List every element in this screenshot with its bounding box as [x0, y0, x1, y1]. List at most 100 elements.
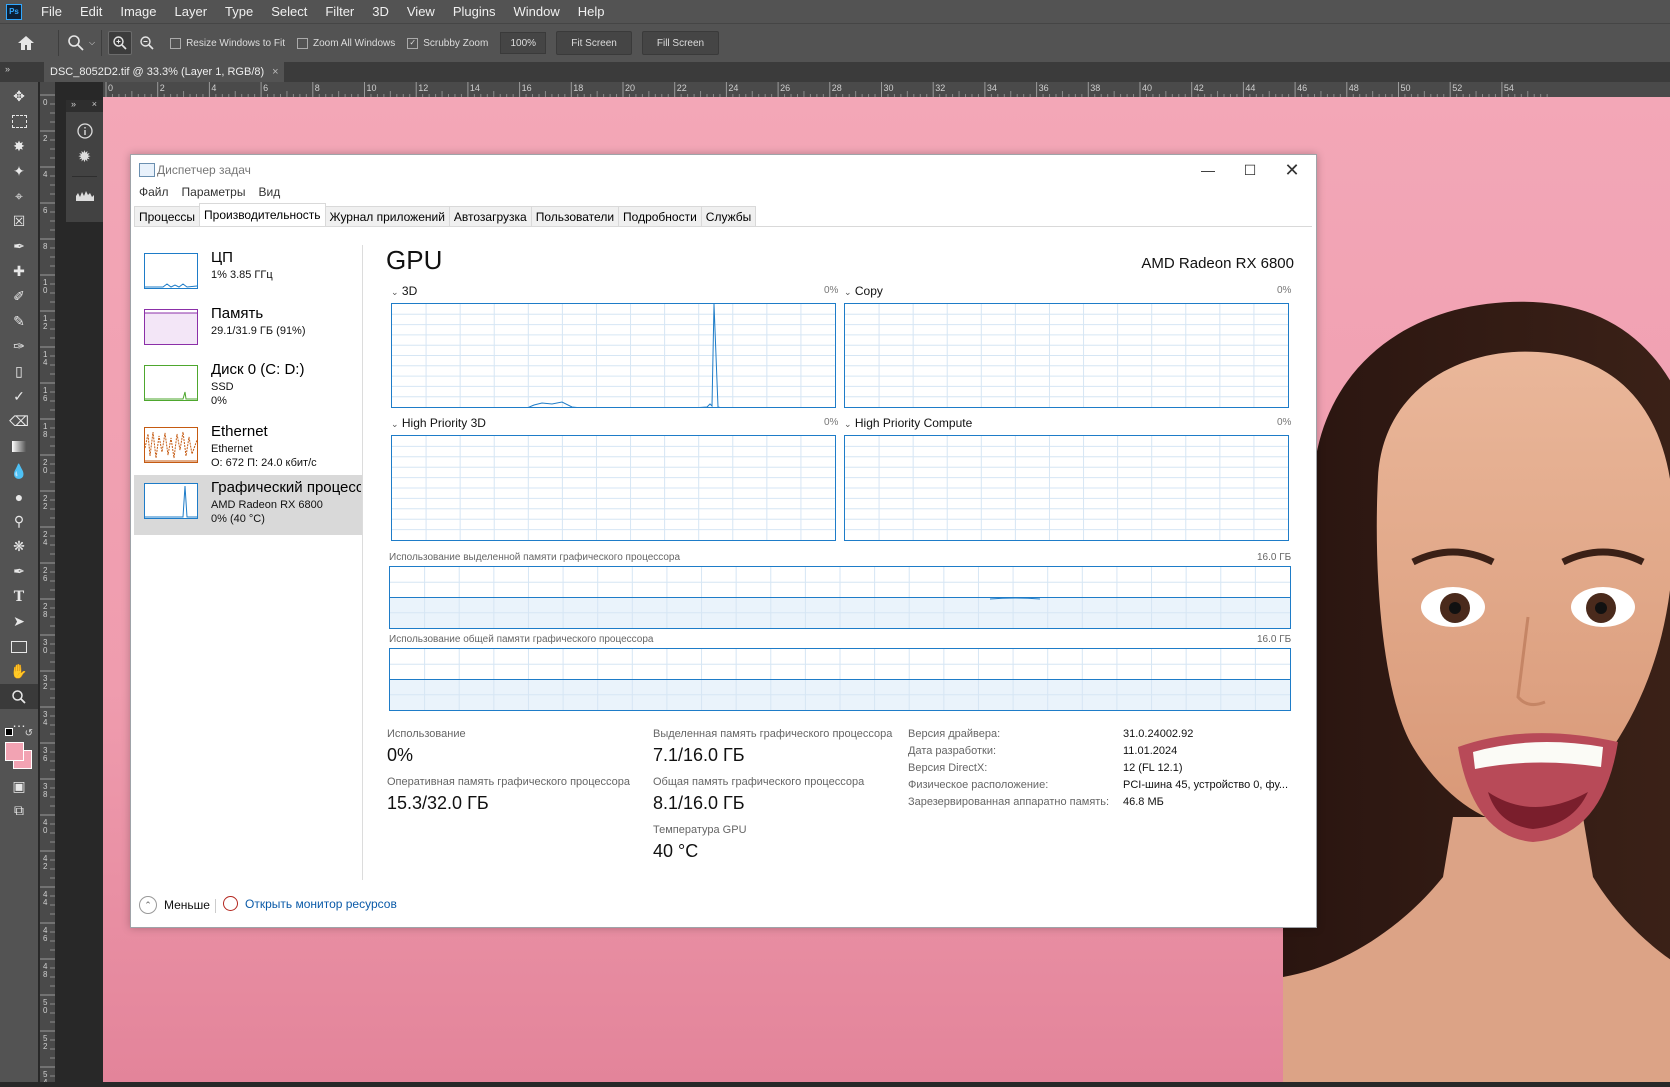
fit-screen-button[interactable]: Fit Screen: [556, 31, 632, 55]
minimize-button[interactable]: —: [1187, 155, 1229, 185]
expand-panels-icon[interactable]: »: [71, 99, 76, 109]
open-resource-monitor-link[interactable]: Открыть монитор ресурсов: [223, 896, 397, 911]
paint-bucket-tool-icon[interactable]: ❋: [0, 534, 38, 559]
tab-processes[interactable]: Процессы: [134, 206, 201, 226]
move-tool-icon[interactable]: ✥: [0, 84, 38, 109]
menu-select[interactable]: Select: [262, 4, 316, 19]
menu-type[interactable]: Type: [216, 4, 262, 19]
resource-item-ethernet[interactable]: Ethernet Ethernet О: 672 П: 24.0 кбит/с: [134, 419, 362, 479]
menu-window[interactable]: Window: [504, 4, 568, 19]
navigator-panel-icon[interactable]: ✹: [66, 144, 103, 170]
resource-name: Диск 0 (C: D:): [211, 361, 305, 378]
color-swatches[interactable]: [5, 742, 33, 770]
foreground-color-swatch[interactable]: [5, 742, 24, 761]
home-button[interactable]: [0, 35, 52, 51]
menu-filter[interactable]: Filter: [316, 4, 363, 19]
menu-help[interactable]: Help: [569, 4, 614, 19]
graph-plot: [390, 567, 1290, 628]
ruler-label: 4: [43, 538, 48, 547]
engine-selector-3d[interactable]: ⌄ 3D: [391, 284, 417, 298]
zoom-tool-preset[interactable]: [65, 32, 87, 54]
screen-mode-icon[interactable]: ⧉: [0, 798, 38, 823]
physical-location-key: Физическое расположение:: [908, 779, 1049, 791]
menu-plugins[interactable]: Plugins: [444, 4, 505, 19]
maximize-button[interactable]: ☐: [1229, 155, 1271, 185]
brush-tool-icon[interactable]: ✑: [0, 334, 38, 359]
close-icon[interactable]: ×: [92, 99, 97, 109]
ruler-label: 2: [43, 862, 48, 871]
hand-tool-icon[interactable]: ✋: [0, 659, 38, 684]
tab-details[interactable]: Подробности: [618, 206, 702, 226]
histogram-panel-icon[interactable]: [66, 182, 103, 208]
menu-layer[interactable]: Layer: [166, 4, 217, 19]
type-tool-icon[interactable]: T: [0, 584, 38, 609]
photoshop-logo-icon[interactable]: Ps: [6, 3, 22, 20]
close-icon[interactable]: ×: [272, 66, 278, 78]
ruler-label: 0: [108, 83, 113, 93]
zoom-all-checkbox[interactable]: Zoom All Windows: [297, 37, 395, 49]
menu-image[interactable]: Image: [111, 4, 165, 19]
ruler-label: 8: [43, 242, 48, 251]
sponge-tool-icon[interactable]: ⚲: [0, 509, 38, 534]
menu-edit[interactable]: Edit: [71, 4, 111, 19]
graph-plot: [845, 304, 1288, 407]
clone-stamp-tool-icon[interactable]: ▯: [0, 359, 38, 384]
blur-tool-icon[interactable]: 💧: [0, 459, 38, 484]
fill-screen-button[interactable]: Fill Screen: [641, 31, 720, 55]
zoom-in-button[interactable]: [108, 31, 133, 55]
menu-3d[interactable]: 3D: [363, 4, 398, 19]
gpu-ram-label: Оперативная память графического процессо…: [387, 776, 631, 788]
ruler-label: 20: [625, 83, 635, 93]
info-panel-icon[interactable]: [66, 118, 103, 144]
dodge-tool-icon[interactable]: ●: [0, 484, 38, 509]
engine-selector-high-priority-3d[interactable]: ⌄ High Priority 3D: [391, 416, 486, 430]
resource-item-gpu[interactable]: Графический процессор 0 AMD Radeon RX 68…: [134, 475, 362, 535]
panel-dock-header: » ×: [66, 99, 103, 112]
zoom-tool-icon[interactable]: [0, 684, 38, 709]
magic-wand-tool-icon[interactable]: ✦: [0, 159, 38, 184]
brush-tool-icon[interactable]: ✐: [0, 284, 38, 309]
history-brush-tool-icon[interactable]: ✓: [0, 384, 38, 409]
collapse-toolbar-icon[interactable]: »: [5, 64, 10, 74]
fewer-details-button[interactable]: ⌃ Меньше: [139, 896, 210, 914]
tab-performance[interactable]: Производительность: [199, 203, 326, 226]
eyedropper-tool-icon[interactable]: ✒: [0, 234, 38, 259]
resource-item-memory[interactable]: Память 29.1/31.9 ГБ (91%): [134, 301, 362, 361]
usage-value: 0%: [387, 745, 414, 765]
rectangle-tool-icon[interactable]: [0, 634, 38, 659]
default-colors-icon[interactable]: ↺: [5, 728, 35, 742]
resize-windows-checkbox[interactable]: Resize Windows to Fit: [170, 37, 285, 49]
zoom-out-button[interactable]: [136, 32, 158, 54]
separator: [58, 30, 59, 56]
task-manager-titlebar[interactable]: Диспетчер задач — ☐ ✕: [131, 155, 1316, 185]
tab-users[interactable]: Пользователи: [530, 206, 620, 226]
document-tab[interactable]: DSC_8052D2.tif @ 33.3% (Layer 1, RGB/8) …: [44, 62, 284, 82]
resource-item-cpu[interactable]: ЦП 1% 3.85 ГГц: [134, 245, 362, 305]
frame-tool-icon[interactable]: ☒: [0, 209, 38, 234]
gradient-tool-icon[interactable]: [0, 434, 38, 459]
healing-brush-tool-icon[interactable]: ✚: [0, 259, 38, 284]
menu-file[interactable]: Файл: [139, 185, 169, 203]
engine-selector-copy[interactable]: ⌄ Copy: [844, 284, 883, 298]
close-button[interactable]: ✕: [1271, 155, 1313, 185]
tab-app-history[interactable]: Журнал приложений: [324, 206, 450, 226]
zoom-percent-field[interactable]: 100%: [500, 32, 547, 54]
scrubby-zoom-checkbox[interactable]: ✓ Scrubby Zoom: [407, 37, 488, 49]
chevron-down-icon[interactable]: ⌵: [89, 38, 95, 48]
menu-view[interactable]: Вид: [258, 185, 280, 203]
pen-tool-icon[interactable]: ✒: [0, 559, 38, 584]
menu-file[interactable]: File: [32, 4, 71, 19]
crop-tool-icon[interactable]: ⌖: [0, 184, 38, 209]
pencil-tool-icon[interactable]: ✎: [0, 309, 38, 334]
resource-item-disk[interactable]: Диск 0 (C: D:) SSD 0%: [134, 357, 362, 417]
eraser-tool-icon[interactable]: ⌫: [0, 409, 38, 434]
path-selection-tool-icon[interactable]: ➤: [0, 609, 38, 634]
quick-mask-icon[interactable]: ▣: [0, 774, 38, 799]
marquee-tool-icon[interactable]: [0, 109, 38, 134]
engine-selector-high-priority-compute[interactable]: ⌄ High Priority Compute: [844, 416, 972, 430]
tab-services[interactable]: Службы: [700, 206, 757, 226]
menu-options[interactable]: Параметры: [182, 185, 246, 203]
tab-startup[interactable]: Автозагрузка: [448, 206, 532, 226]
lasso-tool-icon[interactable]: ✸: [0, 134, 38, 159]
menu-view[interactable]: View: [398, 4, 444, 19]
